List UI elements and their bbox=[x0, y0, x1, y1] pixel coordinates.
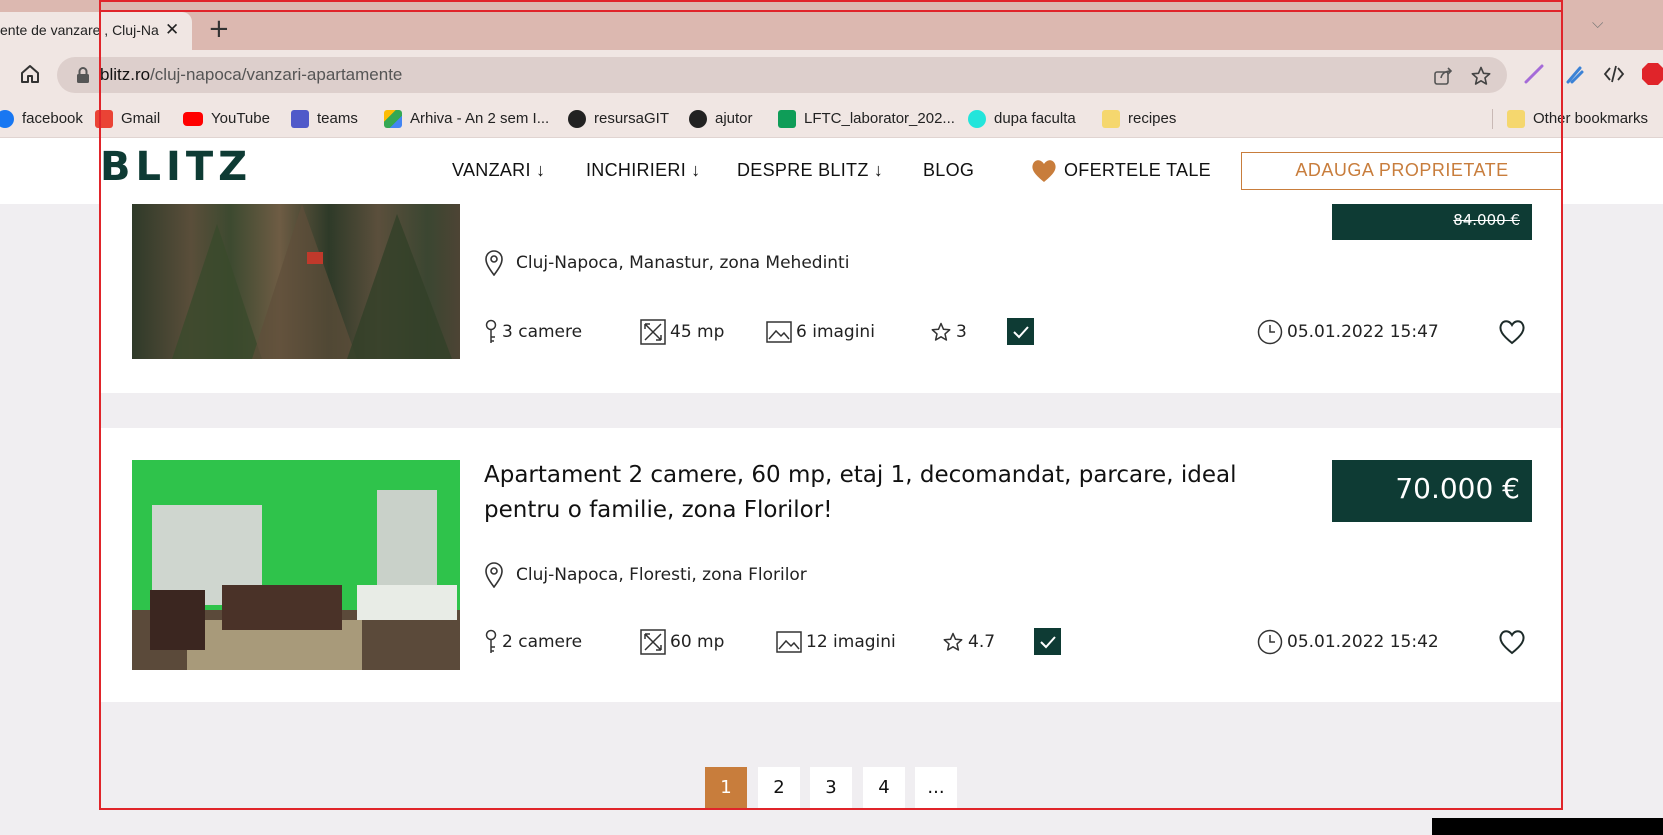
blitz-logo[interactable]: BLITZ bbox=[100, 144, 252, 190]
clock-icon bbox=[1257, 629, 1283, 655]
bookmark-separator bbox=[1492, 109, 1493, 129]
sheets-icon bbox=[778, 110, 796, 129]
code-icon[interactable] bbox=[1602, 62, 1626, 86]
listing-photo[interactable] bbox=[132, 204, 460, 359]
tab-close-icon[interactable]: ✕ bbox=[165, 12, 179, 48]
listing-title[interactable]: Apartament 2 camere, 60 mp, etaj 1, deco… bbox=[484, 458, 1284, 528]
github-icon bbox=[689, 110, 707, 129]
listing-date: 05.01.2022 15:42 bbox=[1257, 628, 1439, 656]
area-icon bbox=[640, 319, 666, 345]
listing-location: Cluj-Napoca, Manastur, zona Mehedinti bbox=[484, 250, 849, 277]
area-icon bbox=[640, 629, 666, 655]
gmail-icon bbox=[95, 110, 113, 129]
teams-icon bbox=[291, 110, 309, 129]
trees-photo bbox=[172, 204, 452, 359]
github-icon bbox=[568, 110, 586, 129]
address-bar[interactable]: blitz.ro/cluj-napoca/vanzari-apartamente bbox=[57, 57, 1507, 93]
bookmark-star-icon[interactable] bbox=[1470, 65, 1492, 87]
share-icon[interactable] bbox=[1432, 65, 1454, 87]
folder-icon bbox=[1507, 110, 1525, 129]
listing-price: 84.000 € bbox=[1332, 204, 1532, 240]
google-drive-icon bbox=[384, 110, 402, 129]
annotation-line bbox=[99, 10, 1563, 12]
key-icon bbox=[485, 629, 497, 653]
listing-images: 12 imagini bbox=[776, 628, 896, 656]
location-pin-icon bbox=[485, 562, 503, 589]
bookmark-drive[interactable]: Arhiva - An 2 sem I... bbox=[384, 100, 549, 138]
bookmarks-bar: facebook Gmail YouTube teams Arhiva - An… bbox=[0, 100, 1663, 138]
listing-photo[interactable] bbox=[132, 460, 460, 670]
new-tab-button[interactable]: + bbox=[208, 14, 230, 44]
bookmark-teams[interactable]: teams bbox=[291, 100, 358, 138]
lock-icon[interactable] bbox=[75, 66, 91, 84]
bookmark-facebook[interactable]: facebook bbox=[0, 100, 83, 138]
bookmark-youtube[interactable]: YouTube bbox=[183, 100, 270, 138]
listing-date: 05.01.2022 15:47 bbox=[1257, 318, 1439, 346]
youtube-icon bbox=[183, 112, 203, 127]
home-icon[interactable] bbox=[18, 62, 42, 86]
page-3-button[interactable]: 3 bbox=[810, 767, 852, 809]
listing-price: 70.000 € bbox=[1332, 460, 1532, 522]
star-icon bbox=[931, 322, 951, 341]
nav-blog[interactable]: BLOG bbox=[923, 138, 974, 202]
olx-icon bbox=[968, 110, 986, 129]
tab-search-icon[interactable]: ⌵ bbox=[1592, 14, 1603, 32]
clock-icon bbox=[1257, 319, 1283, 345]
verified-check-icon bbox=[1034, 628, 1061, 655]
other-bookmarks[interactable]: Other bookmarks bbox=[1507, 100, 1648, 138]
overlay-bar bbox=[1432, 818, 1663, 835]
image-icon bbox=[766, 321, 792, 343]
heart-icon bbox=[1032, 160, 1056, 183]
nav-ofertele-tale[interactable]: OFERTELE TALE bbox=[1030, 138, 1211, 202]
url-text[interactable]: blitz.ro/cluj-napoca/vanzari-apartamente bbox=[100, 57, 402, 93]
star-icon bbox=[943, 632, 963, 651]
nav-inchirieri[interactable]: INCHIRIERI ↓ bbox=[586, 138, 701, 202]
browser-toolbar: blitz.ro/cluj-napoca/vanzari-apartamente bbox=[0, 50, 1663, 100]
adblock-icon[interactable] bbox=[1641, 62, 1663, 86]
listing-location: Cluj-Napoca, Floresti, zona Florilor bbox=[484, 562, 807, 589]
favorite-heart-icon[interactable] bbox=[1497, 628, 1527, 656]
listing-rating: 3 bbox=[930, 318, 967, 346]
image-icon bbox=[776, 631, 802, 653]
listing-rooms: 3 camere bbox=[484, 318, 582, 346]
bookmark-ajutor[interactable]: ajutor bbox=[689, 100, 753, 138]
ink-extension-icon[interactable] bbox=[1562, 62, 1586, 86]
facebook-icon bbox=[0, 110, 14, 129]
key-icon bbox=[485, 319, 497, 343]
bookmark-resursagit[interactable]: resursaGIT bbox=[568, 100, 669, 138]
page-2-button[interactable]: 2 bbox=[758, 767, 800, 809]
listing-rating: 4.7 bbox=[942, 628, 995, 656]
page-1-button[interactable]: 1 bbox=[705, 767, 747, 809]
bookmark-lftc[interactable]: LFTC_laborator_202... bbox=[778, 100, 955, 138]
listing-card[interactable]: Apartament 2 camere, 60 mp, etaj 1, deco… bbox=[100, 428, 1563, 702]
page-4-button[interactable]: 4 bbox=[863, 767, 905, 809]
listing-area: 45 mp bbox=[640, 318, 724, 346]
verified-check-icon bbox=[1007, 318, 1034, 345]
nav-despre-blitz[interactable]: DESPRE BLITZ ↓ bbox=[737, 138, 883, 202]
listing-card[interactable]: 84.000 € Cluj-Napoca, Manastur, zona Meh… bbox=[100, 204, 1563, 393]
add-property-button[interactable]: ADAUGA PROPRIETATE bbox=[1241, 152, 1563, 190]
folder-icon bbox=[1102, 110, 1120, 129]
listing-rooms: 2 camere bbox=[484, 628, 582, 656]
listing-area: 60 mp bbox=[640, 628, 724, 656]
pen-extension-icon[interactable] bbox=[1522, 62, 1546, 86]
tab-title: ente de vanzare , Cluj-Na bbox=[0, 22, 159, 38]
page-more-button[interactable]: ... bbox=[915, 767, 957, 809]
bookmark-dupa-faculta[interactable]: dupa faculta bbox=[968, 100, 1076, 138]
bookmark-recipes[interactable]: recipes bbox=[1102, 100, 1176, 138]
nav-vanzari[interactable]: VANZARI ↓ bbox=[452, 138, 545, 202]
site-header: BLITZ VANZARI ↓ INCHIRIERI ↓ DESPRE BLIT… bbox=[0, 138, 1663, 204]
bookmark-gmail[interactable]: Gmail bbox=[95, 100, 160, 138]
browser-tab[interactable]: ente de vanzare , Cluj-Na ✕ bbox=[0, 12, 192, 50]
browser-tab-strip: ente de vanzare , Cluj-Na ✕ + ⌵ bbox=[0, 0, 1663, 50]
listing-images: 6 imagini bbox=[766, 318, 875, 346]
favorite-heart-icon[interactable] bbox=[1497, 318, 1527, 346]
location-pin-icon bbox=[485, 250, 503, 277]
living-room-photo bbox=[132, 460, 460, 670]
